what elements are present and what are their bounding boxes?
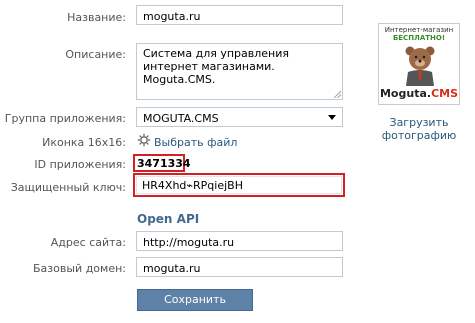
app-photo: Интернет-магазин БЕСПЛАТНО! Moguta.CMS: [378, 23, 460, 105]
save-changes-button[interactable]: Сохранить изменения: [137, 289, 253, 323]
group-label: Группа приложения:: [4, 112, 126, 125]
name-label: Название:: [67, 11, 126, 24]
logo-line1: Интернет-магазин: [384, 26, 454, 34]
name-input[interactable]: moguta.ru: [136, 5, 343, 25]
icon-label: Иконка 16x16:: [42, 136, 126, 149]
site-address-input[interactable]: http://moguta.ru: [136, 231, 343, 251]
gear-icon[interactable]: [137, 133, 151, 147]
description-label: Описание:: [65, 48, 126, 61]
logo-brand-cms: CMS: [431, 87, 459, 100]
base-domain-input[interactable]: moguta.ru: [136, 257, 343, 277]
upload-photo-link[interactable]: Загрузить фотографию: [378, 116, 460, 142]
logo-line2: БЕСПЛАТНО!: [392, 34, 446, 42]
resize-handle-icon[interactable]: [334, 91, 341, 98]
group-select[interactable]: MOGUTA.CMS: [136, 107, 343, 127]
group-selected-value: MOGUTA.CMS: [143, 112, 219, 125]
secret-key-input[interactable]: HR4Xhd⌁RPqiejBH: [136, 176, 342, 194]
secret-key-label: Защищенный ключ:: [10, 181, 126, 194]
base-domain-label: Базовый домен:: [33, 262, 126, 275]
open-api-title: Open API: [137, 212, 200, 226]
bear-mascot-icon: [405, 46, 435, 86]
logo-brand: Moguta.CMS: [379, 87, 459, 100]
description-textarea[interactable]: Система для управления интернет магазина…: [136, 43, 343, 100]
app-id-label: ID приложения:: [34, 158, 126, 171]
description-text: Система для управления интернет магазина…: [143, 47, 290, 86]
logo-brand-main: Moguta.: [379, 87, 432, 100]
logo-caption: Интернет-магазин БЕСПЛАТНО!: [379, 26, 459, 42]
app-id-value: 3471334: [137, 157, 191, 170]
site-address-label: Адрес сайта:: [50, 236, 126, 249]
choose-file-link[interactable]: Выбрать файл: [154, 136, 237, 149]
chevron-down-icon: [328, 115, 336, 120]
